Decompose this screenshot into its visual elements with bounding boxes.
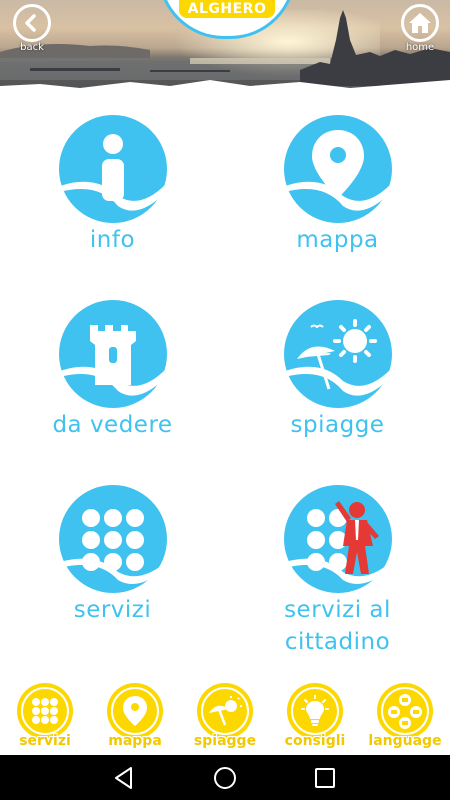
dots-grid-icon xyxy=(58,484,168,594)
home-circle-icon[interactable] xyxy=(212,765,238,791)
tile-mappa[interactable]: mappa xyxy=(225,114,450,256)
nav-mappa[interactable]: mappa xyxy=(90,683,180,749)
back-triangle-icon[interactable] xyxy=(111,765,137,791)
home-icon xyxy=(401,4,439,42)
bottom-nav: servizi mappa spiagge consigli language xyxy=(0,683,450,755)
header-banner: back ALGHERO home xyxy=(0,0,450,100)
nav-consigli-label: consigli xyxy=(284,733,346,749)
tile-servizi[interactable]: servizi xyxy=(0,484,225,626)
nav-language[interactable]: language xyxy=(360,683,450,749)
nav-spiagge[interactable]: spiagge xyxy=(180,683,270,749)
map-pin-icon xyxy=(283,114,393,224)
recents-square-icon[interactable] xyxy=(312,765,338,791)
lightbulb-icon xyxy=(287,683,343,739)
back-button[interactable]: back xyxy=(9,4,55,53)
tile-servizi-al-cittadino[interactable]: servizi al cittadino xyxy=(225,484,450,658)
flags-icon xyxy=(377,683,433,739)
citizen-services-icon xyxy=(283,484,393,594)
home-label: home xyxy=(405,42,435,53)
nav-servizi[interactable]: servizi xyxy=(0,683,90,749)
chevron-left-icon xyxy=(13,4,51,42)
beach-umbrella-icon xyxy=(283,299,393,409)
label-line-1: servizi al xyxy=(284,597,391,623)
logo-text: ALGHERO xyxy=(179,0,275,18)
tile-info[interactable]: info xyxy=(0,114,225,256)
tile-spiagge-label: spiagge xyxy=(290,412,385,438)
tile-da-vedere[interactable]: da vedere xyxy=(0,299,225,441)
tile-da-vedere-label: da vedere xyxy=(52,412,173,438)
home-button[interactable]: home xyxy=(397,4,443,53)
system-navigation-bar xyxy=(0,755,450,800)
map-pin-icon xyxy=(107,683,163,739)
back-label: back xyxy=(20,42,44,53)
nav-servizi-label: servizi xyxy=(19,733,71,749)
dots-grid-icon xyxy=(17,683,73,739)
nav-mappa-label: mappa xyxy=(108,733,162,749)
beach-umbrella-icon xyxy=(197,683,253,739)
nav-spiagge-label: spiagge xyxy=(193,733,257,749)
tile-servizi-label: servizi xyxy=(73,597,152,623)
tile-servizi-al-cittadino-label: servizi al cittadino xyxy=(225,594,450,658)
info-icon xyxy=(58,114,168,224)
tile-mappa-label: mappa xyxy=(296,227,379,253)
nav-language-label: language xyxy=(368,733,442,749)
label-line-2: cittadino xyxy=(284,629,391,655)
tile-spiagge[interactable]: spiagge xyxy=(225,299,450,441)
tile-info-label: info xyxy=(89,227,136,253)
nav-consigli[interactable]: consigli xyxy=(270,683,360,749)
tower-icon xyxy=(58,299,168,409)
